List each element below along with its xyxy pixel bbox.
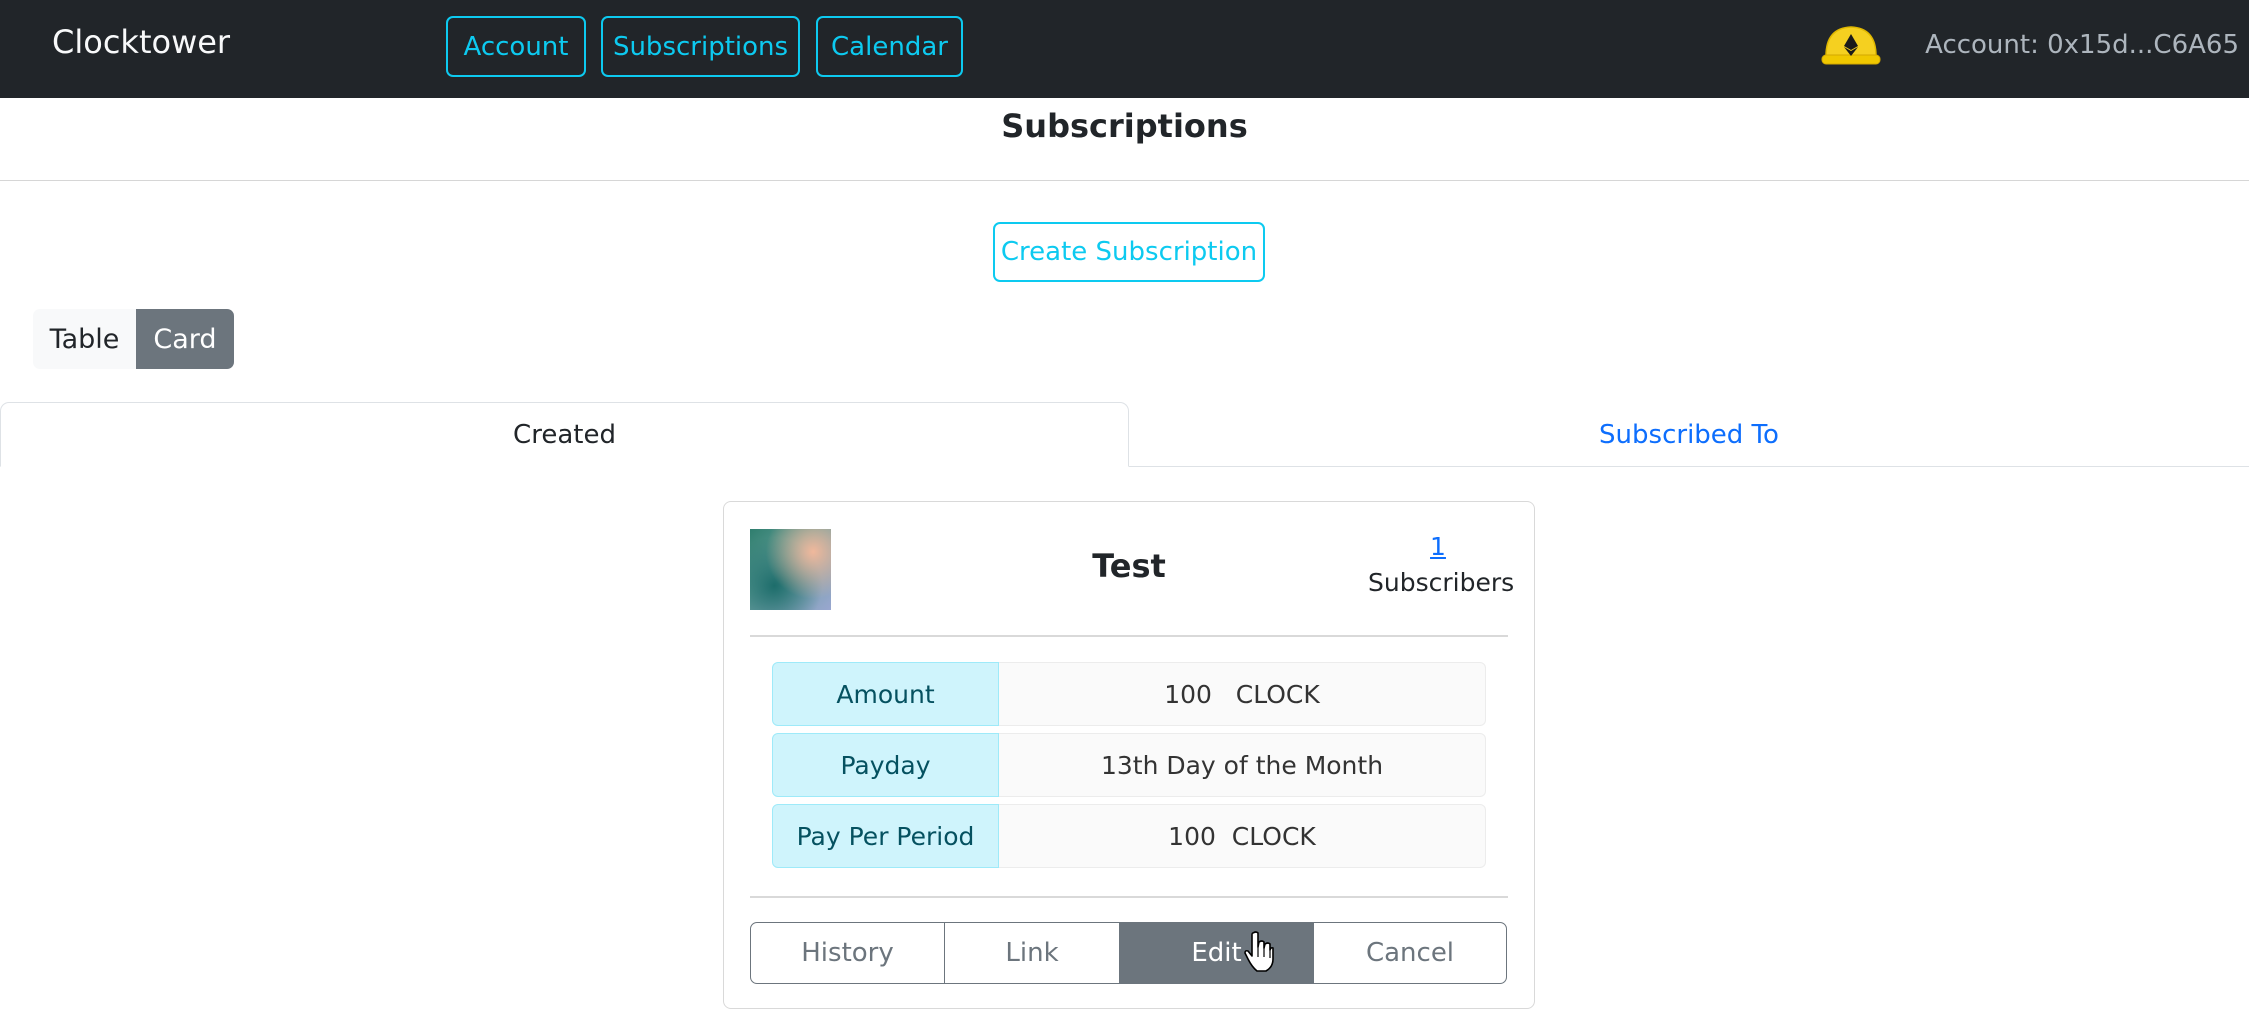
- subscriber-count-link[interactable]: 1: [1368, 532, 1508, 561]
- row-label: Pay Per Period: [772, 804, 999, 868]
- page-title: Subscriptions: [1001, 107, 1248, 145]
- create-subscription-button[interactable]: Create Subscription: [993, 222, 1265, 282]
- nav-account-button[interactable]: Account: [446, 16, 586, 77]
- tab-created[interactable]: Created: [0, 402, 1129, 467]
- row-value: 13th Day of the Month: [999, 733, 1486, 797]
- row-value: 100 CLOCK: [999, 804, 1486, 868]
- detail-row-amount: Amount 100 CLOCK: [772, 662, 1486, 726]
- brand-logo[interactable]: Clocktower: [52, 23, 230, 61]
- cancel-button[interactable]: Cancel: [1313, 922, 1507, 984]
- row-label: Payday: [772, 733, 999, 797]
- toggle-table-button[interactable]: Table: [33, 309, 136, 369]
- top-navbar: Clocktower Account Subscriptions Calenda…: [0, 0, 2249, 98]
- card-action-buttons: History Link Edit Cancel: [750, 922, 1508, 984]
- edit-button[interactable]: Edit: [1119, 922, 1314, 984]
- subscription-card: Test 1 Subscribers Amount 100 CLOCK Payd…: [723, 501, 1535, 1009]
- detail-row-payday: Payday 13th Day of the Month: [772, 733, 1486, 797]
- history-button[interactable]: History: [750, 922, 945, 984]
- title-divider: [0, 180, 2249, 181]
- card-divider-bottom: [750, 896, 1508, 898]
- tab-subscribed-to[interactable]: Subscribed To: [1129, 402, 2249, 467]
- row-label: Amount: [772, 662, 999, 726]
- detail-row-pay-per-period: Pay Per Period 100 CLOCK: [772, 804, 1486, 868]
- link-button[interactable]: Link: [944, 922, 1120, 984]
- row-value: 100 CLOCK: [999, 662, 1486, 726]
- card-divider-top: [750, 635, 1508, 637]
- subscribers-label: Subscribers: [1368, 568, 1515, 597]
- nav-calendar-button[interactable]: Calendar: [816, 16, 963, 77]
- view-toggle: Table Card: [33, 309, 234, 369]
- hardhat-eth-icon[interactable]: [1820, 22, 1882, 70]
- nav-subscriptions-button[interactable]: Subscriptions: [601, 16, 800, 77]
- toggle-card-button[interactable]: Card: [136, 309, 234, 369]
- account-address: Account: 0x15d...C6A65: [1925, 30, 2239, 60]
